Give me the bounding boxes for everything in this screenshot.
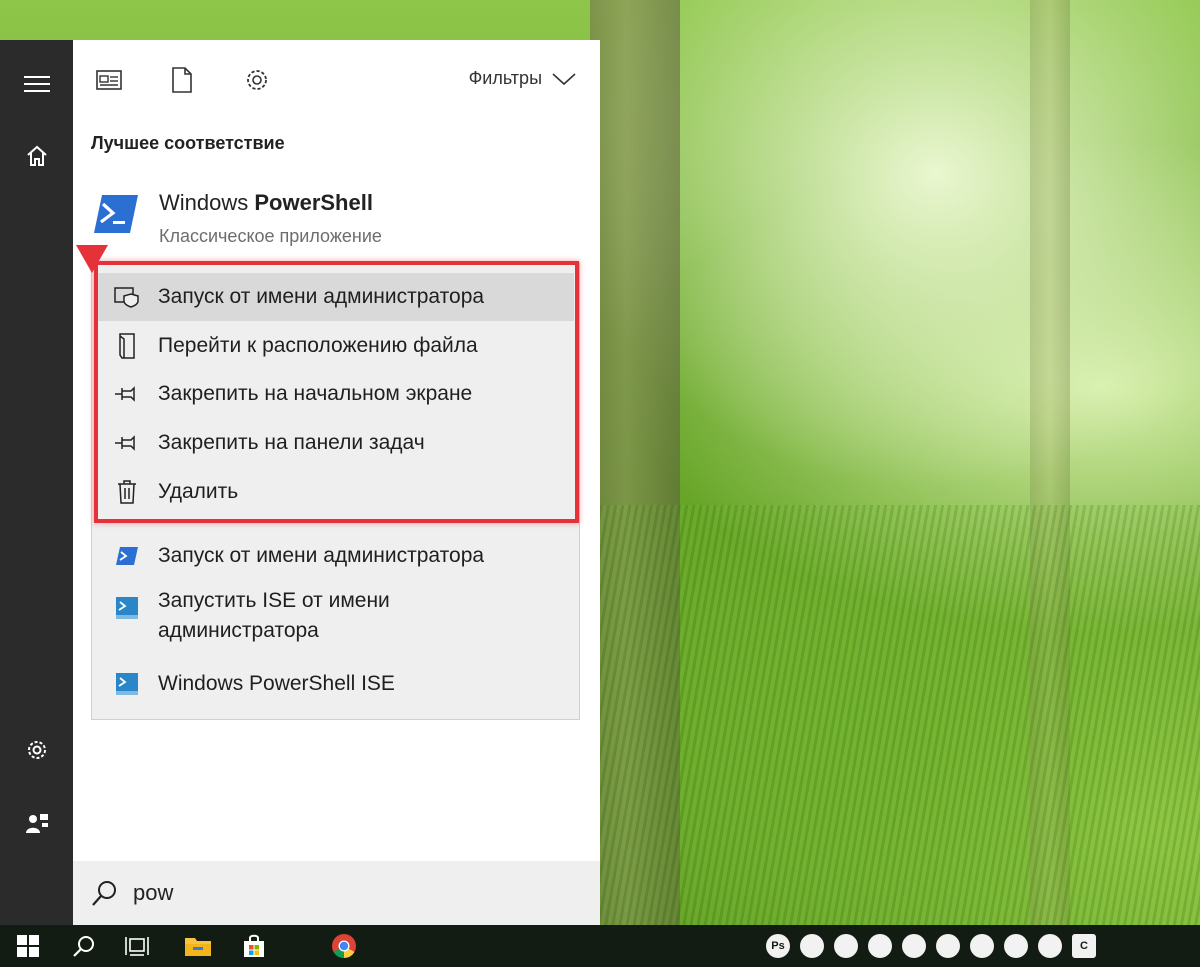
taskbar-search-button[interactable]: [60, 925, 108, 967]
taskbar: Ps C: [0, 925, 1200, 967]
filters-dropdown[interactable]: Фильтры: [469, 68, 576, 89]
chrome-icon[interactable]: [868, 934, 892, 958]
eye-icon[interactable]: [936, 934, 960, 958]
documents-filter-button[interactable]: [164, 62, 200, 98]
window-icon: [96, 70, 122, 90]
home-button[interactable]: [0, 132, 73, 180]
settings-filter-button[interactable]: [239, 62, 275, 98]
folder-icon: [185, 938, 211, 956]
filters-label: Фильтры: [468, 68, 542, 88]
telegram-icon[interactable]: [800, 934, 824, 958]
best-match-title: Windows PowerShell: [159, 190, 373, 215]
feedback-person-icon: [25, 814, 48, 833]
windows-logo-icon: [17, 935, 39, 957]
search-icon: [73, 936, 94, 957]
action-label: Windows PowerShell ISE: [158, 672, 395, 695]
grass: [600, 505, 1200, 925]
store-bag-icon: [244, 934, 264, 957]
action-run-ise-as-admin[interactable]: Запустить ISE от имени администратора: [96, 586, 574, 652]
gear-icon: [247, 70, 267, 90]
best-match-type: Классическое приложение: [159, 226, 382, 246]
search-box[interactable]: pow: [73, 861, 600, 925]
settings-button[interactable]: [0, 726, 73, 774]
chrome-icon: [332, 934, 356, 958]
search-query[interactable]: pow: [133, 880, 173, 906]
action-label: Запустить ISE от имени администратора: [158, 589, 390, 642]
hamburger-icon: [23, 76, 50, 92]
layers-icon[interactable]: [970, 934, 994, 958]
photoshop-icon[interactable]: Ps: [766, 934, 790, 958]
home-icon: [26, 145, 47, 166]
best-match-heading: Лучшее соответствие: [91, 133, 285, 153]
chevron-down-icon: [552, 72, 576, 85]
firefox-icon[interactable]: [902, 934, 926, 958]
hamburger-menu-button[interactable]: [0, 60, 73, 108]
search-panel: Фильтры Лучшее соответствие Windows Powe…: [73, 40, 600, 925]
highlight-pointer: [76, 245, 108, 273]
powershell-ise-icon: [116, 673, 138, 695]
document-icon: [172, 67, 192, 93]
search-icon: [92, 881, 116, 906]
c-icon[interactable]: C: [1072, 934, 1096, 958]
image-icon[interactable]: [834, 934, 858, 958]
store-button[interactable]: [230, 925, 278, 967]
powershell-ise-icon: [116, 597, 138, 619]
start-button[interactable]: [4, 925, 52, 967]
box-icon[interactable]: [1004, 934, 1028, 958]
apps-filter-button[interactable]: [91, 62, 127, 98]
action-open-ise[interactable]: Windows PowerShell ISE: [96, 660, 574, 708]
task-view-icon: [125, 937, 149, 956]
feedback-button[interactable]: [0, 800, 73, 848]
action-run-as-admin[interactable]: Запуск от имени администратора: [96, 532, 574, 580]
file-explorer-button[interactable]: [174, 925, 222, 967]
powershell-icon: [94, 195, 138, 233]
action-label: Запуск от имени администратора: [158, 544, 485, 567]
start-rail: [0, 40, 73, 925]
chrome-button[interactable]: [320, 925, 368, 967]
highlight-frame: [94, 261, 579, 523]
best-match-result[interactable]: Windows PowerShell Классическое приложен…: [91, 180, 571, 250]
gear-icon: [27, 741, 46, 759]
play-icon[interactable]: [1038, 934, 1062, 958]
task-view-button[interactable]: [113, 925, 161, 967]
powershell-icon: [116, 547, 138, 565]
